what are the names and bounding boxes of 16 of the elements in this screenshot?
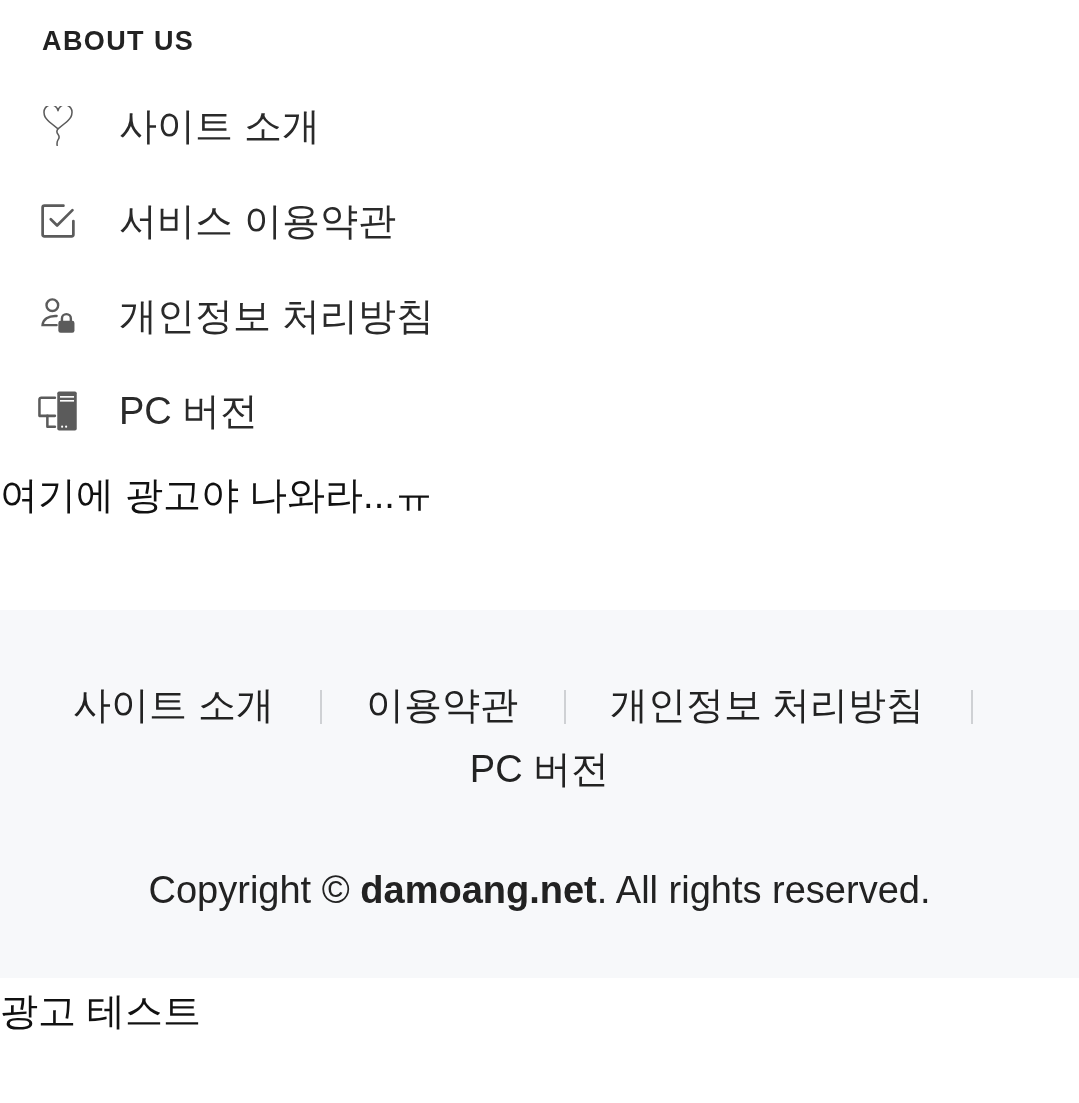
menu-link[interactable]: 사이트 소개 xyxy=(119,101,320,150)
checkbox-icon xyxy=(41,203,75,238)
ad-text: 여기에 광고야 나와라...ㅠ xyxy=(0,474,433,516)
desktop-computer-icon xyxy=(38,389,78,432)
footer-link[interactable]: 이용약관 xyxy=(365,684,518,726)
menu-link[interactable]: PC 버전 xyxy=(119,386,259,435)
footer-link[interactable]: PC 버전 xyxy=(469,748,610,790)
footer-link[interactable]: 사이트 소개 xyxy=(73,684,274,726)
ad-text: 광고 테스트 xyxy=(0,990,201,1032)
user-lock-icon xyxy=(41,298,75,333)
menu-link[interactable]: 서비스 이용약관 xyxy=(119,196,396,245)
footer-link[interactable]: 개인정보 처리방침 xyxy=(609,684,925,726)
heart-balloon-icon xyxy=(43,105,73,146)
section-heading: ABOUT US xyxy=(42,25,195,57)
menu-link[interactable]: 개인정보 처리방침 xyxy=(119,291,434,340)
copyright-text: Copyright © damoang.net. All rights reserved. xyxy=(147,868,932,913)
